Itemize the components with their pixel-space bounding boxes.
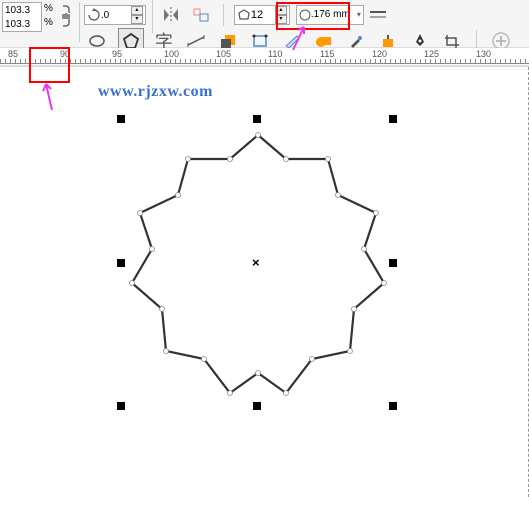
rotation-down[interactable]: ▾ (131, 15, 143, 24)
align-icon[interactable] (189, 3, 213, 27)
selection-handle-br[interactable] (389, 402, 397, 410)
canvas-area[interactable]: www.rjzxw.com × (0, 67, 529, 497)
rotation-box: ▴ ▾ (84, 5, 146, 25)
outline-width-box: ▾ (296, 5, 364, 25)
width-input[interactable] (3, 3, 41, 17)
sides-spinner: ▴ ▾ (275, 6, 287, 24)
selection-handle-bl[interactable] (117, 402, 125, 410)
outline-width-input[interactable] (311, 9, 357, 20)
selection-center-icon[interactable]: × (252, 255, 260, 270)
size-inputs (2, 2, 42, 32)
rotation-input[interactable] (101, 10, 131, 21)
selection-handle-bc[interactable] (253, 402, 261, 410)
separator (223, 4, 224, 26)
sides-up[interactable]: ▴ (275, 6, 287, 15)
sides-down[interactable]: ▾ (275, 15, 287, 24)
rotation-up[interactable]: ▴ (131, 6, 143, 15)
horizontal-ruler: 85 90 95 100 105 110 115 120 125 130 (0, 48, 529, 64)
dropdown-arrow-icon[interactable]: ▾ (357, 10, 361, 19)
pct-x: % (44, 2, 53, 16)
selection-handle-tc[interactable] (253, 115, 261, 123)
height-input[interactable] (3, 17, 41, 31)
sides-box: ▴ ▾ (234, 5, 290, 25)
outline-style-icon[interactable] (370, 9, 386, 21)
rotation-spinner: ▴ ▾ (131, 6, 143, 24)
polygon-small-icon (237, 8, 251, 22)
lock-ratio-icon[interactable] (59, 2, 73, 30)
sides-input[interactable] (251, 9, 275, 21)
mirror-horizontal-icon[interactable] (159, 3, 183, 27)
rotation-icon (87, 8, 101, 22)
separator (79, 2, 80, 42)
watermark-text: www.rjzxw.com (98, 83, 213, 101)
selection-handle-tr[interactable] (389, 115, 397, 123)
property-bar: % % ▴ ▾ (0, 0, 529, 48)
selection-handle-ml[interactable] (117, 259, 125, 267)
pct-y: % (44, 16, 53, 30)
percent-labels: % % (44, 2, 53, 30)
outline-icon (299, 9, 311, 21)
selection-handle-tl[interactable] (117, 115, 125, 123)
selection-handle-mr[interactable] (389, 259, 397, 267)
